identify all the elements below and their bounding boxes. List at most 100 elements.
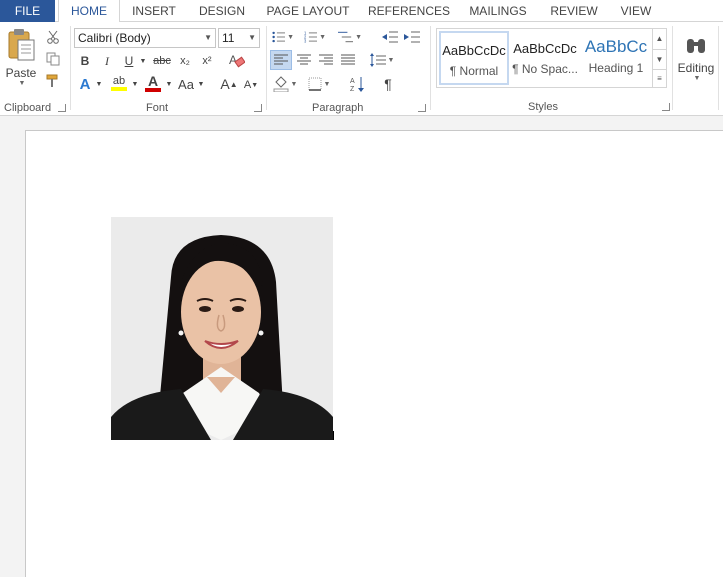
paragraph-group-label: Paragraph bbox=[312, 102, 364, 114]
font-group: Calibri (Body) ▼ 11 ▼ B I U ▼ abc x₂ x² … bbox=[70, 22, 266, 116]
font-size-combo[interactable]: 11 ▼ bbox=[218, 28, 260, 48]
style-name: ¶ No Spac... bbox=[512, 62, 578, 76]
underline-button[interactable]: U bbox=[120, 52, 138, 70]
paste-label: Paste bbox=[5, 65, 37, 80]
expand-gallery-icon: ≡ bbox=[657, 74, 662, 83]
numbering-button[interactable]: 123 ▼ bbox=[304, 28, 326, 46]
borders-button[interactable]: ▼ bbox=[304, 74, 334, 94]
tab-home[interactable]: HOME bbox=[58, 0, 120, 23]
svg-text:A: A bbox=[350, 78, 355, 85]
chevron-down-icon[interactable]: ▼ bbox=[164, 74, 174, 94]
scissors-icon bbox=[47, 30, 59, 44]
font-name-combo[interactable]: Calibri (Body) ▼ bbox=[74, 28, 216, 48]
caret-up-icon: ▲ bbox=[655, 34, 664, 43]
group-divider bbox=[718, 26, 719, 110]
clear-formatting-button[interactable]: A bbox=[226, 50, 248, 70]
clipboard-group: Paste ▼ Clipboard bbox=[0, 22, 70, 116]
gallery-scroll-down[interactable]: ▼ bbox=[652, 49, 666, 69]
chevron-down-icon: ▼ bbox=[387, 56, 395, 64]
svg-text:A: A bbox=[229, 53, 237, 67]
chevron-down-icon[interactable]: ▼ bbox=[138, 52, 148, 70]
chevron-down-icon[interactable]: ▼ bbox=[130, 74, 140, 94]
justify-icon bbox=[341, 54, 355, 65]
editing-button[interactable]: Editing ▼ bbox=[676, 26, 716, 92]
tab-insert[interactable]: INSERT bbox=[126, 0, 182, 22]
shading-button[interactable]: ▼ bbox=[270, 74, 300, 94]
multilevel-list-button[interactable]: ▼ bbox=[338, 28, 362, 46]
line-spacing-icon bbox=[369, 53, 386, 67]
style-heading-1[interactable]: AaBbCc Heading 1 bbox=[581, 31, 651, 85]
gallery-scroll-up[interactable]: ▲ bbox=[652, 29, 666, 49]
eraser-icon: A bbox=[229, 53, 245, 68]
style-no-spacing[interactable]: AaBbCcDc ¶ No Spac... bbox=[510, 31, 580, 85]
tab-review[interactable]: REVIEW bbox=[546, 0, 602, 22]
highlight-label: ab bbox=[112, 75, 126, 87]
change-case-button[interactable]: Aa bbox=[176, 74, 196, 94]
strikethrough-button[interactable]: abc bbox=[150, 52, 174, 70]
increase-indent-icon bbox=[404, 31, 420, 43]
numbered-list-icon: 123 bbox=[304, 31, 318, 44]
document-page[interactable] bbox=[25, 130, 723, 577]
bold-button[interactable]: B bbox=[76, 52, 94, 70]
italic-button[interactable]: I bbox=[98, 52, 116, 70]
borders-icon bbox=[308, 77, 322, 91]
show-hide-marks-button[interactable]: ¶ bbox=[378, 74, 398, 94]
align-center-button[interactable] bbox=[294, 50, 314, 70]
copy-button[interactable] bbox=[44, 50, 62, 68]
subscript-button[interactable]: x₂ bbox=[176, 52, 194, 70]
text-cursor bbox=[333, 431, 334, 440]
paragraph-dialog-launcher[interactable] bbox=[418, 104, 426, 112]
caret-down-icon: ▼ bbox=[655, 55, 664, 64]
chevron-down-icon: ▼ bbox=[18, 79, 26, 87]
text-effects-button[interactable]: A bbox=[76, 74, 94, 94]
paste-button[interactable]: Paste ▼ bbox=[2, 26, 40, 88]
bullets-button[interactable]: ▼ bbox=[272, 28, 294, 46]
tab-references[interactable]: REFERENCES bbox=[366, 0, 452, 22]
grow-font-button[interactable]: A ▲ bbox=[220, 74, 238, 94]
superscript-button[interactable]: x² bbox=[198, 52, 216, 70]
sort-button[interactable]: AZ bbox=[348, 74, 368, 94]
group-divider bbox=[430, 26, 431, 110]
cut-button[interactable] bbox=[44, 28, 62, 46]
tab-design[interactable]: DESIGN bbox=[192, 0, 252, 22]
ribbon: Paste ▼ Clipboard Calibri (Body) ▼ 11 ▼ … bbox=[0, 22, 723, 116]
styles-group-label: Styles bbox=[528, 101, 558, 113]
bullet-list-icon bbox=[272, 31, 286, 43]
portrait-photo[interactable] bbox=[111, 217, 333, 440]
font-color-label: A bbox=[147, 73, 159, 89]
align-left-button[interactable] bbox=[270, 50, 292, 70]
shrink-font-button[interactable]: A ▼ bbox=[242, 76, 260, 94]
style-normal[interactable]: AaBbCcDc ¶ Normal bbox=[439, 31, 509, 85]
increase-indent-button[interactable] bbox=[402, 28, 422, 46]
chevron-down-icon[interactable]: ▼ bbox=[196, 74, 206, 94]
style-preview: AaBbCc bbox=[584, 37, 648, 56]
font-group-label: Font bbox=[146, 102, 169, 114]
tab-view[interactable]: VIEW bbox=[614, 0, 658, 22]
chevron-down-icon: ▼ bbox=[693, 74, 701, 82]
justify-button[interactable] bbox=[338, 50, 358, 70]
font-size-value: 11 bbox=[222, 31, 235, 45]
group-divider bbox=[672, 26, 673, 110]
chevron-down-icon[interactable]: ▼ bbox=[94, 74, 104, 94]
font-dialog-launcher[interactable] bbox=[254, 104, 262, 112]
line-spacing-button[interactable]: ▼ bbox=[368, 50, 396, 70]
chevron-down-icon: ▼ bbox=[248, 33, 256, 42]
gallery-more-button[interactable]: ≡ bbox=[652, 69, 666, 87]
chevron-down-icon: ▼ bbox=[290, 80, 298, 88]
tab-mailings[interactable]: MAILINGS bbox=[462, 0, 534, 22]
caret-up-icon: ▲ bbox=[229, 79, 238, 89]
tab-page-layout[interactable]: PAGE LAYOUT bbox=[262, 0, 354, 22]
decrease-indent-button[interactable] bbox=[380, 28, 400, 46]
align-right-icon bbox=[319, 54, 333, 65]
clipboard-dialog-launcher[interactable] bbox=[58, 104, 66, 112]
highlight-button[interactable]: ab bbox=[108, 72, 130, 94]
chevron-down-icon: ▼ bbox=[204, 33, 212, 42]
styles-dialog-launcher[interactable] bbox=[662, 103, 670, 111]
style-preview: AaBbCcDc bbox=[513, 41, 577, 56]
tab-file[interactable]: FILE bbox=[0, 0, 55, 22]
format-painter-button[interactable] bbox=[44, 72, 62, 90]
align-right-button[interactable] bbox=[316, 50, 336, 70]
svg-text:3: 3 bbox=[304, 39, 307, 44]
font-color-button[interactable]: A bbox=[142, 72, 164, 94]
document-area[interactable] bbox=[0, 117, 723, 577]
